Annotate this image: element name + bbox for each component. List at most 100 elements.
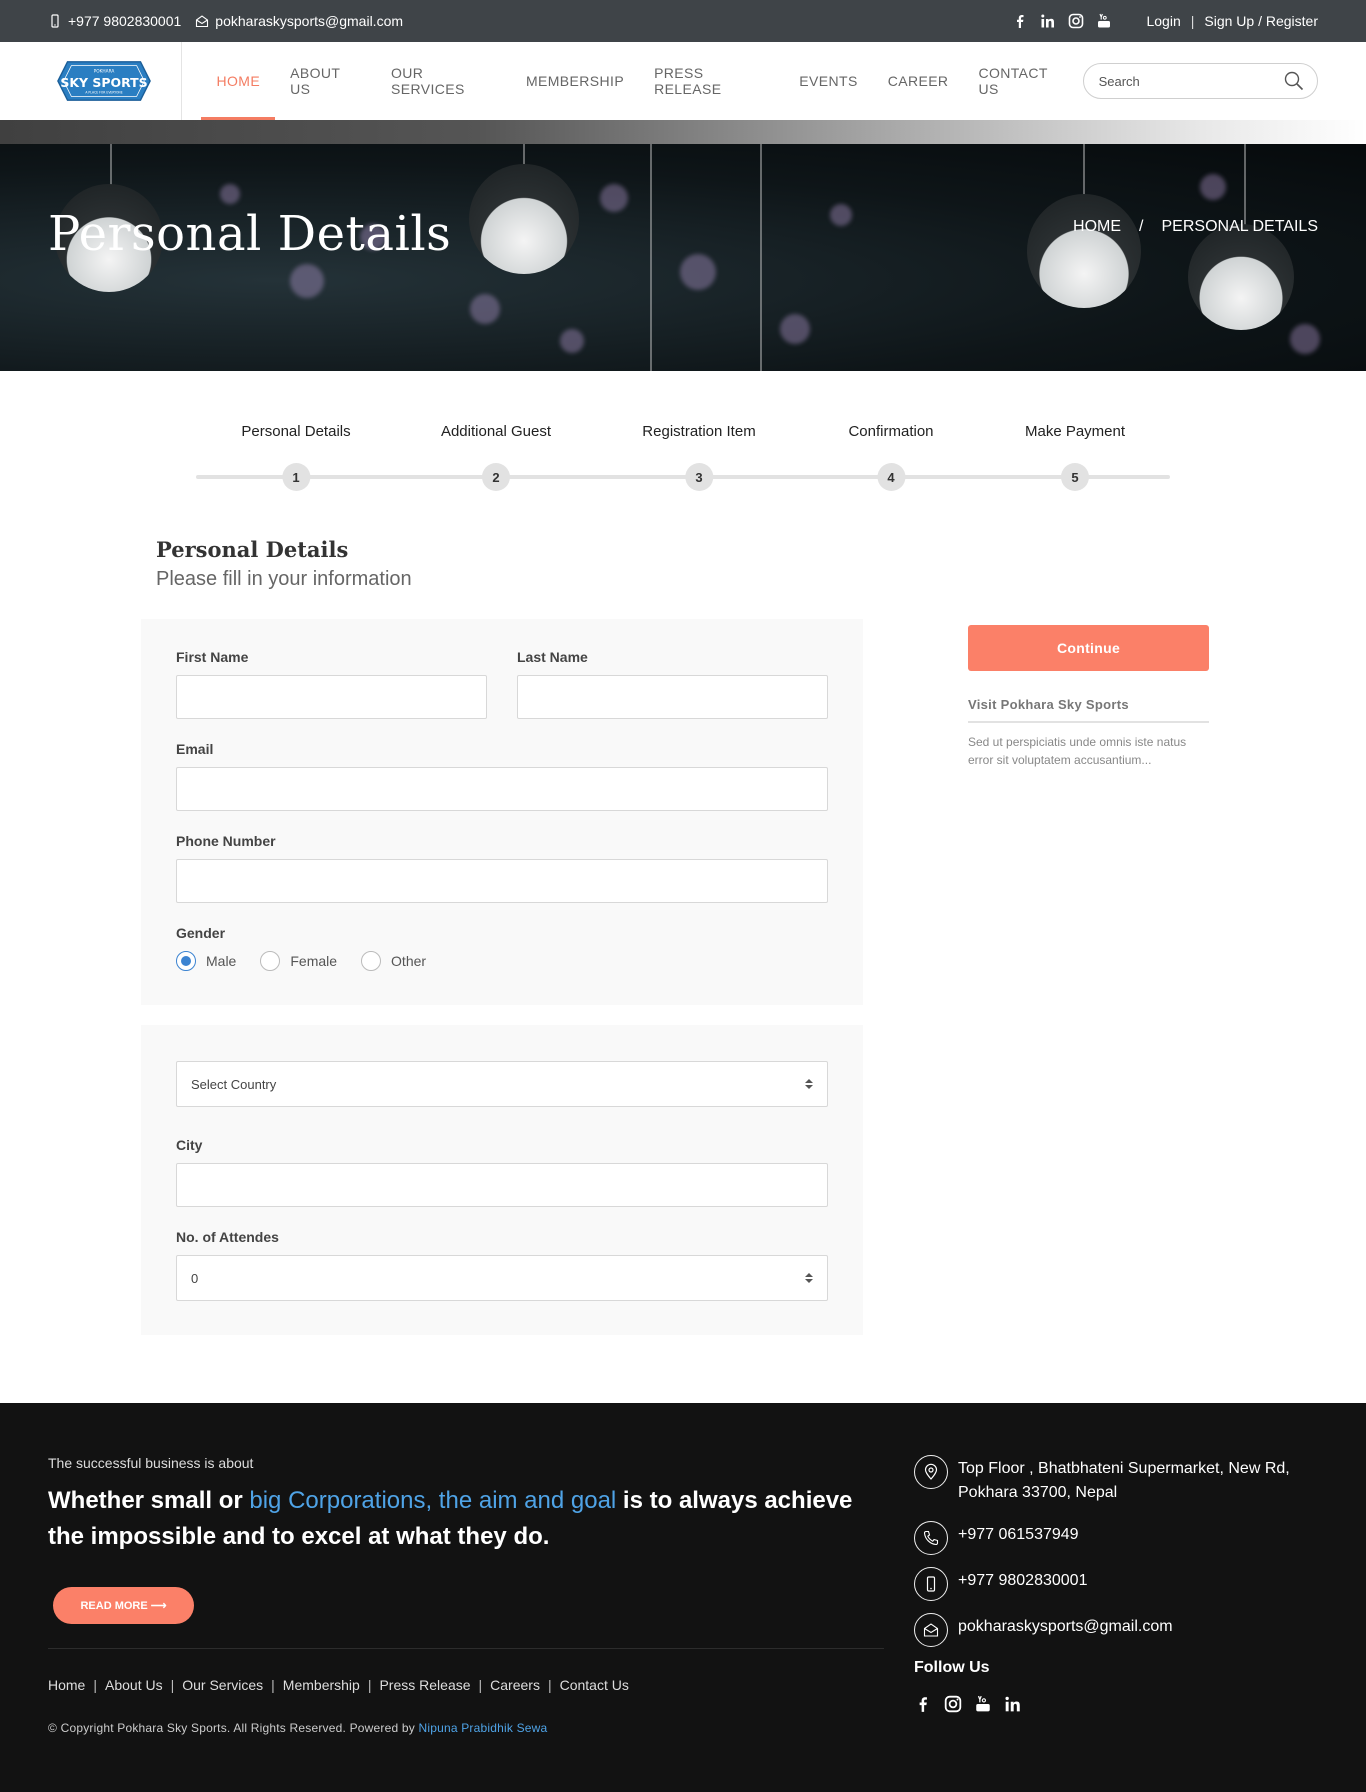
city-label: City bbox=[176, 1137, 203, 1153]
nav-item-career[interactable]: CAREER bbox=[873, 42, 964, 120]
nav-item-about-us[interactable]: ABOUT US bbox=[275, 42, 376, 120]
footer-link-press-release[interactable]: Press Release bbox=[379, 1677, 470, 1693]
topbar-phone[interactable]: +977 9802830001 bbox=[48, 13, 181, 29]
search-box bbox=[1082, 63, 1318, 99]
search-input[interactable] bbox=[1098, 73, 1283, 89]
bokeh-light bbox=[1200, 174, 1226, 200]
step-additional-guest[interactable]: Additional Guest 2 bbox=[441, 423, 551, 491]
read-more-button[interactable]: READ MORE ⟶ bbox=[53, 1587, 194, 1624]
visit-text: Sed ut perspiciatis unde omnis iste natu… bbox=[968, 735, 1187, 767]
footer-link-contact-us[interactable]: Contact Us bbox=[560, 1677, 629, 1693]
nav-item-home[interactable]: HOME bbox=[201, 42, 275, 120]
phone-input[interactable] bbox=[176, 859, 828, 903]
step-registration-item[interactable]: Registration Item 3 bbox=[642, 423, 756, 491]
step-label: Personal Details bbox=[241, 423, 351, 440]
gender-male-option[interactable]: Male bbox=[176, 951, 236, 971]
logo-tagline-text: A PLACE FOR EVERYONE bbox=[86, 90, 123, 94]
footer-link-home[interactable]: Home bbox=[48, 1677, 85, 1693]
mobile-phone-icon bbox=[48, 14, 62, 28]
footer-link-our-services[interactable]: Our Services bbox=[182, 1677, 263, 1693]
youtube-icon[interactable] bbox=[974, 1695, 992, 1713]
topbar-social bbox=[1012, 13, 1112, 29]
lamp-wire bbox=[650, 144, 652, 371]
youtube-icon[interactable] bbox=[1096, 13, 1112, 29]
radio-female[interactable] bbox=[260, 951, 281, 971]
envelope-icon bbox=[195, 14, 209, 28]
form-heading: Personal Details bbox=[156, 537, 349, 562]
step-label: Additional Guest bbox=[440, 423, 552, 440]
step-confirmation[interactable]: Confirmation 4 bbox=[848, 423, 934, 491]
instagram-icon[interactable] bbox=[1068, 13, 1084, 29]
first-name-input[interactable] bbox=[176, 675, 487, 719]
footer-headline: Whether small or big Corporations, the a… bbox=[48, 1483, 884, 1555]
attendees-select[interactable]: 0 bbox=[176, 1255, 828, 1301]
facebook-icon[interactable] bbox=[914, 1695, 932, 1713]
sky-sports-logo[interactable]: POKHARA SKY SPORTS A PLACE FOR EVERYONE bbox=[48, 51, 161, 111]
continue-button[interactable]: Continue bbox=[968, 625, 1209, 671]
powered-by-link[interactable]: Nipuna Prabidhik Sewa bbox=[418, 1721, 547, 1735]
bokeh-light bbox=[600, 184, 628, 212]
nav-divider bbox=[180, 42, 182, 120]
radio-male[interactable] bbox=[176, 951, 196, 971]
nav-item-contact-us[interactable]: CONTACT US bbox=[963, 42, 1082, 120]
step-personal-details[interactable]: Personal Details 1 bbox=[241, 423, 351, 491]
gender-female-option[interactable]: Female bbox=[260, 951, 337, 971]
footer-headline-pre: Whether small or bbox=[48, 1487, 250, 1514]
bokeh-light bbox=[290, 264, 324, 298]
last-name-input[interactable] bbox=[517, 675, 828, 719]
attendees-label: No. of Attendes bbox=[176, 1229, 279, 1245]
location-pin-icon bbox=[914, 1455, 948, 1489]
linkedin-icon[interactable] bbox=[1004, 1695, 1022, 1713]
telephone-icon bbox=[914, 1521, 948, 1555]
main-content: Personal Details Please fill in your inf… bbox=[141, 537, 1225, 1355]
nav-item-membership[interactable]: MEMBERSHIP bbox=[511, 42, 639, 120]
nav-gradient-strip bbox=[0, 120, 1366, 144]
country-select[interactable]: Select Country bbox=[176, 1061, 828, 1107]
form-subheading: Please fill in your information bbox=[156, 568, 412, 590]
step-make-payment[interactable]: Make Payment 5 bbox=[1025, 423, 1125, 491]
footer-email[interactable]: pokharaskysports@gmail.com bbox=[958, 1613, 1173, 1639]
gender-other-option[interactable]: Other bbox=[361, 951, 426, 971]
instagram-icon[interactable] bbox=[944, 1695, 962, 1713]
footer-link-separator: | bbox=[547, 1677, 552, 1693]
country-select-value: Select Country bbox=[191, 1076, 277, 1092]
attendees-select-value: 0 bbox=[191, 1270, 199, 1286]
lamp-bulb bbox=[1027, 194, 1141, 308]
linkedin-icon[interactable] bbox=[1040, 13, 1056, 29]
bokeh-light bbox=[220, 184, 240, 204]
footer-social bbox=[914, 1695, 1314, 1713]
envelope-icon bbox=[914, 1613, 948, 1647]
logo-main-text: SKY SPORTS bbox=[61, 75, 148, 90]
mobile-phone-icon bbox=[914, 1567, 948, 1601]
topbar-email-text: pokharaskysports@gmail.com bbox=[215, 13, 404, 29]
signup-link[interactable]: Sign Up / Register bbox=[1204, 13, 1318, 29]
phone-label: Phone Number bbox=[176, 833, 276, 849]
personal-info-panel: First Name Last Name Email Phone Number … bbox=[141, 619, 863, 1005]
nav-item-press-release[interactable]: PRESS RELEASE bbox=[639, 42, 784, 120]
lamp-wire bbox=[760, 144, 762, 371]
breadcrumb-home[interactable]: HOME bbox=[1073, 218, 1121, 236]
select-arrows-icon bbox=[805, 1079, 813, 1089]
footer-link-about-us[interactable]: About Us bbox=[105, 1677, 163, 1693]
footer-landline[interactable]: +977 061537949 bbox=[958, 1521, 1079, 1547]
nav-item-events[interactable]: EVENTS bbox=[784, 42, 872, 120]
step-number: 1 bbox=[282, 463, 310, 491]
footer-link-membership[interactable]: Membership bbox=[283, 1677, 360, 1693]
nav-item-our-services[interactable]: OUR SERVICES bbox=[376, 42, 511, 120]
visit-title: Visit Pokhara Sky Sports bbox=[968, 697, 1209, 723]
email-input[interactable] bbox=[176, 767, 828, 811]
breadcrumb-current: PERSONAL DETAILS bbox=[1161, 218, 1319, 235]
radio-other[interactable] bbox=[361, 951, 382, 971]
search-icon[interactable] bbox=[1283, 70, 1305, 92]
footer-headline-highlight: big Corporations, the aim and goal bbox=[249, 1487, 617, 1514]
footer-link-careers[interactable]: Careers bbox=[490, 1677, 540, 1693]
footer-mobile[interactable]: +977 9802830001 bbox=[958, 1567, 1087, 1593]
facebook-icon[interactable] bbox=[1012, 13, 1028, 29]
login-link[interactable]: Login bbox=[1146, 13, 1180, 29]
footer-link-separator: | bbox=[367, 1677, 372, 1693]
topbar-email[interactable]: pokharaskysports@gmail.com bbox=[195, 13, 403, 29]
footer-contact: Top Floor , Bhatbhateni Supermarket, New… bbox=[914, 1455, 1314, 1713]
footer-divider bbox=[48, 1648, 884, 1649]
footer: The successful business is about Whether… bbox=[0, 1403, 1366, 1792]
city-input[interactable] bbox=[176, 1163, 828, 1207]
